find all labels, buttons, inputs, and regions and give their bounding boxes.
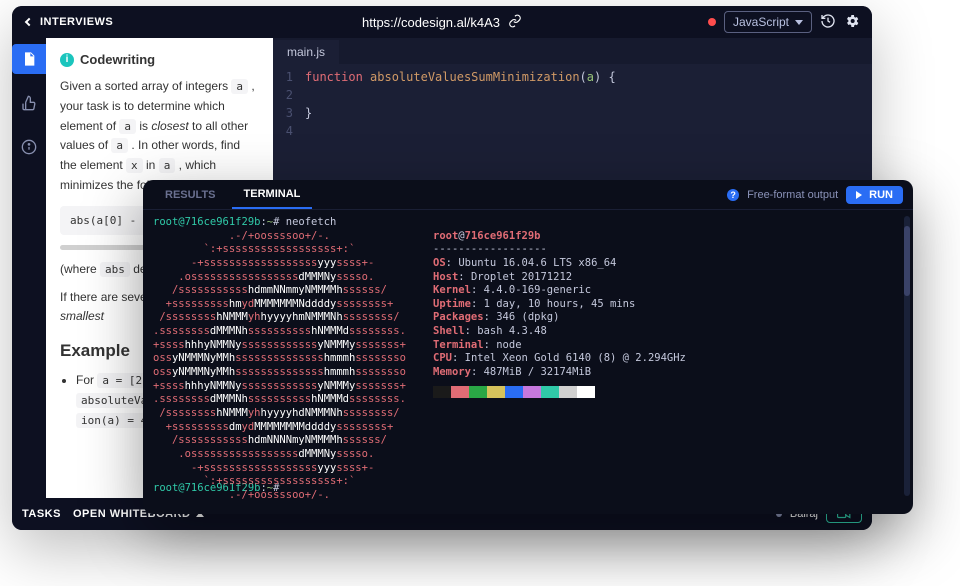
sidebar-item-info[interactable]	[12, 132, 46, 162]
history-icon[interactable]	[820, 13, 836, 32]
url-display: https://codesign.al/k4A3	[362, 14, 522, 31]
run-icon	[856, 191, 862, 199]
sidebar	[12, 38, 46, 498]
record-indicator-icon	[708, 18, 716, 26]
info-badge-icon: i	[60, 53, 74, 67]
topbar: INTERVIEWS https://codesign.al/k4A3 Java…	[12, 6, 872, 38]
sidebar-item-thumbs-up[interactable]	[12, 88, 46, 118]
tab-results[interactable]: RESULTS	[153, 180, 228, 209]
editor-tab[interactable]: main.js	[273, 40, 339, 64]
back-label: INTERVIEWS	[40, 16, 113, 28]
back-button[interactable]: INTERVIEWS	[12, 16, 113, 28]
chevron-left-icon	[25, 18, 33, 26]
tasks-button[interactable]: TASKS	[22, 508, 61, 520]
problem-paragraph: Given a sorted array of integers a , you…	[60, 77, 259, 196]
terminal-body[interactable]: root@716ce961f29b:~# neofetch .-/+oossss…	[143, 210, 913, 514]
terminal-scrollbar[interactable]	[904, 216, 910, 496]
tab-terminal[interactable]: TERMINAL	[232, 180, 313, 209]
free-format-label: Free-format output	[747, 189, 838, 201]
sidebar-item-document[interactable]	[12, 44, 46, 74]
terminal-line: root@716ce961f29b:~# neofetch	[153, 216, 903, 230]
terminal-panel: RESULTS TERMINAL ? Free-format output RU…	[143, 180, 913, 514]
language-select[interactable]: JavaScript	[724, 11, 812, 33]
url-text: https://codesign.al/k4A3	[362, 15, 500, 30]
editor-tabs: main.js	[273, 38, 872, 64]
problem-title: i Codewriting	[60, 52, 259, 67]
run-button[interactable]: RUN	[846, 186, 903, 204]
neofetch-info: root@716ce961f29b ------------------ OS:…	[433, 230, 686, 398]
chevron-down-icon	[795, 20, 803, 25]
neofetch-art: .-/+oossssoo+/-. `:+ssssssssssssssssss+:…	[153, 230, 406, 503]
scrollbar-thumb[interactable]	[904, 226, 910, 296]
terminal-tabs: RESULTS TERMINAL ? Free-format output RU…	[143, 180, 913, 210]
link-icon[interactable]	[508, 14, 522, 31]
gear-icon[interactable]	[844, 13, 860, 32]
language-label: JavaScript	[733, 15, 789, 29]
help-icon[interactable]: ?	[727, 189, 739, 201]
